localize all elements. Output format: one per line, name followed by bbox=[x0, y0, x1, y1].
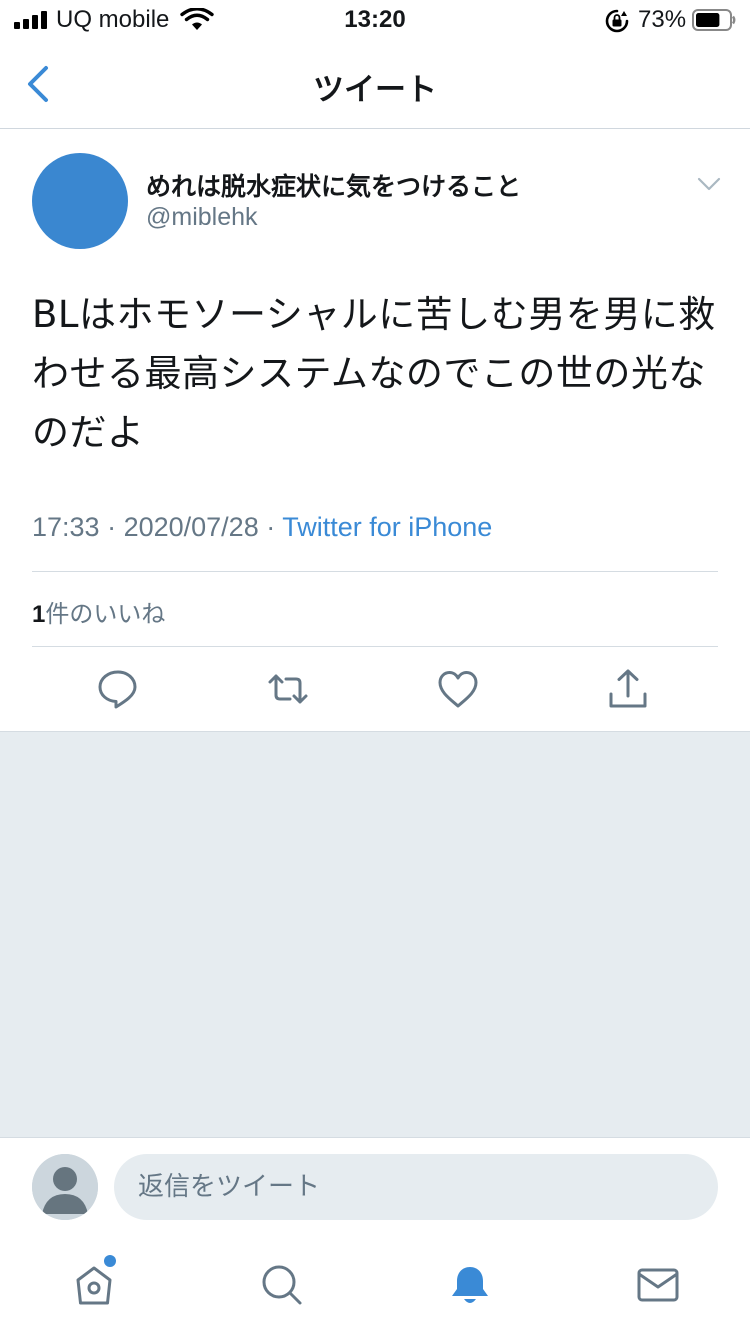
tweet-detail: めれは脱水症状に気をつけること @miblehk BLはホモソーシャルに苦しむ男… bbox=[0, 129, 750, 732]
battery-percent: 73% bbox=[638, 6, 687, 33]
reply-bar: 返信をツイート bbox=[0, 1137, 750, 1235]
reply-icon[interactable] bbox=[96, 667, 140, 711]
author-handle[interactable]: @miblehk bbox=[146, 203, 258, 232]
home-icon[interactable] bbox=[72, 1263, 116, 1307]
retweet-icon[interactable] bbox=[266, 667, 310, 711]
likes-count[interactable]: 1件のいいね bbox=[32, 594, 165, 629]
author-display-name[interactable]: めれは脱水症状に気をつけること bbox=[146, 167, 521, 203]
navigation-bar: ツイート bbox=[0, 40, 750, 129]
page-title: ツイート bbox=[313, 72, 437, 108]
tweet-meta: 17:33 · 2020/07/28 · Twitter for iPhone bbox=[32, 512, 492, 543]
heart-icon[interactable] bbox=[436, 667, 480, 711]
share-icon[interactable] bbox=[606, 667, 650, 711]
chevron-down-icon[interactable] bbox=[694, 169, 724, 199]
mail-icon[interactable] bbox=[636, 1263, 680, 1307]
tweet-actions bbox=[0, 667, 750, 711]
user-avatar bbox=[32, 1154, 98, 1220]
divider bbox=[32, 646, 718, 647]
meta-separator: · bbox=[258, 512, 283, 542]
home-notification-dot bbox=[104, 1255, 116, 1267]
battery-icon bbox=[692, 9, 736, 31]
meta-separator: · bbox=[99, 512, 124, 542]
empty-replies-area bbox=[0, 731, 750, 1137]
like-count-label: 件のいいね bbox=[45, 600, 166, 628]
tweet-date: 2020/07/28 bbox=[123, 512, 259, 542]
orientation-lock-icon bbox=[605, 9, 629, 33]
reply-input[interactable]: 返信をツイート bbox=[114, 1154, 718, 1220]
tab-bar bbox=[0, 1235, 750, 1334]
status-bar: UQ mobile 13:20 73% bbox=[0, 0, 750, 40]
tweet-source-link[interactable]: Twitter for iPhone bbox=[282, 512, 492, 542]
tweet-text: BLはホモソーシャルに苦しむ男を男に救わせる最高システムなのでこの世の光なのだよ bbox=[32, 293, 716, 454]
search-icon[interactable] bbox=[260, 1263, 304, 1307]
divider bbox=[32, 571, 718, 572]
bell-icon[interactable] bbox=[448, 1263, 492, 1307]
like-count-number: 1 bbox=[32, 601, 46, 628]
tweet-time: 17:33 bbox=[32, 512, 100, 542]
author-avatar[interactable] bbox=[32, 153, 128, 249]
